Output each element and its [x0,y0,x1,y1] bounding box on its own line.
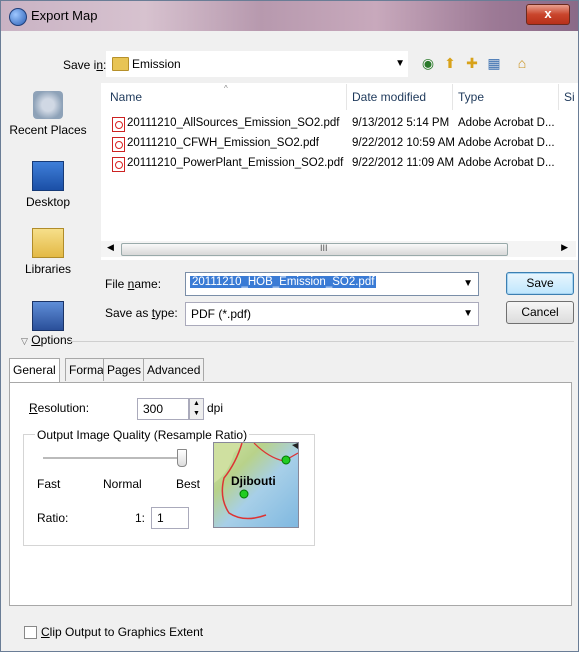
quality-slider-track[interactable] [43,457,185,460]
tab-pages[interactable]: Pages [103,358,146,381]
place-recent-places[interactable]: Recent Places [3,91,93,137]
file-name-value: 20111210_HOB_Emission_SO2.pdf [190,276,377,288]
chevron-down-icon[interactable]: ▼ [463,278,473,289]
file-date: 9/13/2012 5:14 PM [352,117,450,129]
column-separator [346,84,347,110]
up-folder-icon[interactable]: ⬆ [441,54,459,72]
file-type: Adobe Acrobat D... [458,137,555,149]
file-type: Adobe Acrobat D... [458,117,555,129]
resolution-label: Resolution: [29,401,90,415]
place-label: Libraries [24,262,72,276]
scrollbar-grip: III [320,243,328,253]
save-in-label: Save in: [63,58,107,72]
resolution-spinner[interactable]: ▲ ▼ [189,398,204,420]
sort-ascending-icon: ^ [224,84,228,93]
tab-general[interactable]: General [9,358,60,383]
file-list: ^ Name Date modified Type Si 20111210_Al… [101,83,578,260]
north-arrow [292,443,298,449]
quality-slider-thumb[interactable] [177,449,187,467]
scroll-right-icon[interactable]: ▶ [561,242,568,253]
fast-label: Fast [37,477,61,491]
view-menu-icon[interactable]: ▦ [485,54,503,72]
horizontal-scrollbar[interactable]: ◀ III ▶ [101,241,576,257]
save-as-type-label: Save as type: [105,306,178,320]
column-header-name[interactable]: Name [110,90,142,104]
computer-icon [32,301,64,331]
border-line [253,443,298,462]
resolution-input[interactable]: 300 [137,398,189,420]
place-desktop[interactable]: Desktop [3,161,93,209]
column-header-type[interactable]: Type [458,90,484,104]
chevron-down-icon: ▼ [395,58,405,69]
place-label: Recent Places [9,123,87,137]
options-label: Options [31,333,73,347]
best-label: Best [176,477,201,491]
clip-output-checkbox[interactable] [24,626,37,639]
desktop-icon [32,161,64,191]
options-toggle[interactable]: ▽ Options [21,333,73,347]
resolution-value: 300 [143,402,164,416]
file-name: 20111210_CFWH_Emission_SO2.pdf [127,137,319,149]
column-separator [452,84,453,110]
file-name-input[interactable]: 20111210_HOB_Emission_SO2.pdf ▼ [185,272,479,296]
ratio-prefix: 1: [135,511,146,525]
place-label: Desktop [25,195,71,209]
normal-label: Normal [103,477,142,491]
home-icon[interactable]: ⌂ [513,54,531,72]
recent-places-icon [33,91,63,119]
map-point [281,455,291,465]
file-name: 20111210_PowerPlant_Emission_SO2.pdf [127,157,344,169]
save-in-value: Emission [132,57,181,71]
column-separator [558,84,559,110]
clip-output-label: Clip Output to Graphics Extent [41,625,204,639]
scrollbar-thumb[interactable]: III [121,243,508,256]
resolution-unit: dpi [207,401,224,415]
map-preview-label: Djibouti [231,474,276,488]
folder-icon [112,57,129,71]
save-as-type-value: PDF (*.pdf) [191,307,252,321]
cancel-button[interactable]: Cancel [506,301,574,324]
chevron-down-icon: ▼ [463,308,473,319]
map-point [239,489,249,499]
file-type: Adobe Acrobat D... [458,157,555,169]
file-name: 20111210_AllSources_Emission_SO2.pdf [127,117,340,129]
file-row[interactable]: 20111210_CFWH_Emission_SO2.pdf 9/22/2012… [110,135,570,153]
pdf-file-icon [112,117,125,132]
title-bar[interactable]: Export Map x [1,1,578,31]
divider [69,341,574,342]
app-globe-icon [9,8,27,26]
save-as-type-dropdown[interactable]: PDF (*.pdf) ▼ [185,302,479,326]
file-row[interactable]: 20111210_AllSources_Emission_SO2.pdf 9/1… [110,115,570,133]
pdf-file-icon [112,157,125,172]
pdf-file-icon [112,137,125,152]
save-button[interactable]: Save [506,272,574,295]
libraries-icon [32,228,64,258]
places-bar: Recent Places Desktop Libraries [3,83,93,333]
file-row[interactable]: 20111210_PowerPlant_Emission_SO2.pdf 9/2… [110,155,570,173]
ratio-value: 1 [157,511,164,525]
save-in-dropdown[interactable]: Emission ▼ [106,51,408,77]
ratio-input[interactable]: 1 [151,507,189,529]
file-date: 9/22/2012 11:09 AM [352,157,455,169]
place-libraries[interactable]: Libraries [3,228,93,276]
file-date: 9/22/2012 10:59 AM [352,137,455,149]
file-name-label: File name: [105,277,162,291]
export-map-dialog: Export Map x Save in: Emission ▼ ◉ ⬆ ✚ ▦… [0,0,579,652]
new-folder-icon[interactable]: ✚ [463,54,481,72]
column-header-date[interactable]: Date modified [352,90,426,104]
window-title: Export Map [31,8,98,23]
collapse-chevron-icon: ▽ [21,336,28,346]
place-computer[interactable] [3,301,93,335]
column-header-size[interactable]: Si [564,90,575,104]
back-icon[interactable]: ◉ [419,54,437,72]
scroll-left-icon[interactable]: ◀ [107,242,114,253]
quality-group-label: Output Image Quality (Resample Ratio) [35,428,250,442]
ratio-label: Ratio: [37,511,69,525]
close-button[interactable]: x [526,4,570,25]
tab-advanced[interactable]: Advanced [143,358,205,381]
